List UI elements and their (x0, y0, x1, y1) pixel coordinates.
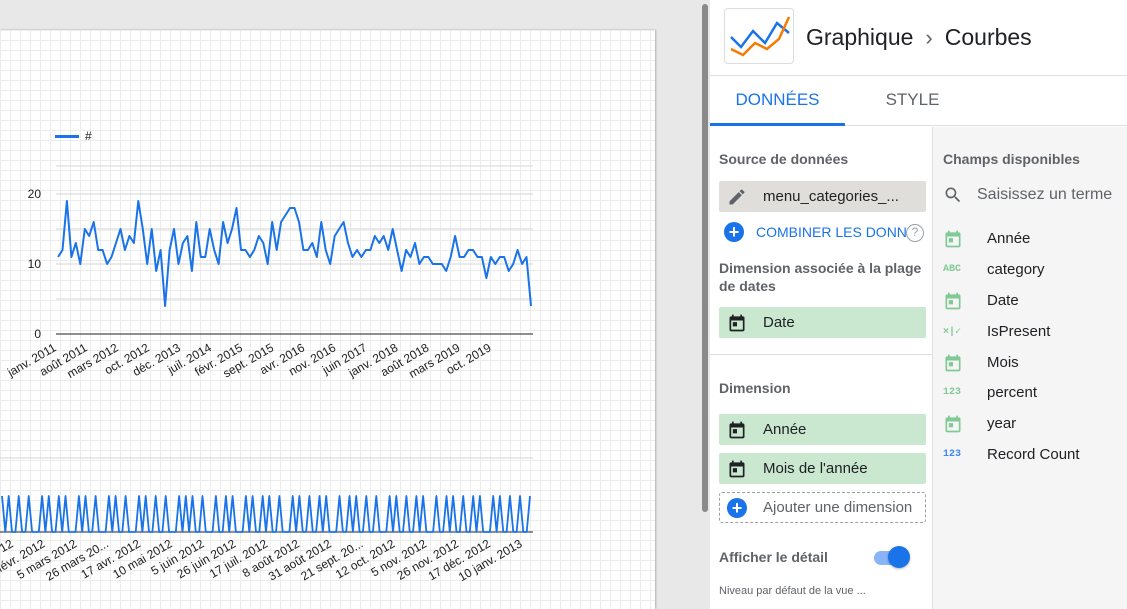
dimension-name: Année (763, 421, 807, 438)
dimension-name: Mois de l'année (763, 460, 868, 477)
field-name: category (987, 261, 1045, 278)
field-name: Date (987, 292, 1019, 309)
date-range-dimension-value: Date (763, 314, 795, 331)
time-series-chart-secondary[interactable]: 12févr. 20125 mars 201226 mars 20...17 a… (0, 30, 655, 609)
section-divider (710, 354, 932, 355)
default-level-note: Niveau par défaut de la vue ... (719, 585, 866, 597)
dimension-chip-mois[interactable]: Mois de l'année (719, 453, 926, 484)
data-source-selector[interactable]: menu_categories_... (719, 181, 926, 212)
calendar-icon (943, 414, 971, 434)
tab-style[interactable]: STYLE (845, 76, 980, 126)
available-fields-heading: Champs disponibles (943, 151, 1080, 167)
data-source-name: menu_categories_... (763, 188, 899, 205)
canvas-scrollbar[interactable] (702, 4, 708, 512)
add-circle-icon: + (727, 497, 747, 518)
field-search[interactable]: Saisissez un terme (943, 179, 1127, 211)
report-canvas[interactable]: 0 10 20 janv. 2011 août 2011 mars 2012 oct. 20… (0, 0, 708, 609)
field-item[interactable]: Mois (943, 347, 1019, 378)
drill-down-toggle[interactable] (872, 546, 910, 568)
drill-down-label: Afficher le détail (719, 549, 828, 565)
field-item[interactable]: 123 Record Count (943, 439, 1080, 470)
calendar-icon (719, 307, 755, 338)
field-name: Année (987, 230, 1031, 247)
available-fields-column: Champs disponibles Saisissez un terme An… (933, 127, 1127, 609)
tab-data[interactable]: DONNÉES (710, 76, 845, 126)
search-input[interactable]: Saisissez un terme (977, 186, 1112, 204)
calendar-icon (943, 353, 971, 373)
line-chart-icon (730, 16, 791, 57)
calendar-icon (943, 229, 971, 249)
chart-subtype-label[interactable]: Courbes (945, 24, 1032, 51)
chart-type-label[interactable]: Graphique (806, 24, 913, 51)
number-type-icon: 123 (943, 387, 962, 398)
calendar-icon (719, 453, 755, 484)
text-type-icon: ABC (943, 264, 962, 275)
date-range-dimension-heading-1: Dimension associée à la plage (719, 260, 922, 276)
date-range-dimension-heading-2: de dates (719, 278, 776, 294)
chart-type-thumbnail[interactable] (724, 8, 794, 64)
help-icon[interactable]: ? (906, 224, 924, 242)
field-item[interactable]: Date (943, 285, 1019, 316)
field-name: year (987, 415, 1017, 432)
boolean-type-icon: ×|✓ (943, 326, 962, 338)
report-page[interactable]: 0 10 20 janv. 2011 août 2011 mars 2012 oct. 20… (0, 30, 655, 609)
field-item[interactable]: Année (943, 223, 1030, 254)
panel-header: Graphique › Courbes (710, 0, 1127, 76)
data-config-column: Source de données menu_categories_... + … (710, 127, 933, 609)
data-source-heading: Source de données (719, 151, 849, 167)
field-name: Record Count (987, 446, 1080, 463)
field-item[interactable]: ×|✓ IsPresent (943, 316, 1050, 347)
blend-data-label: COMBINER LES DONN... (756, 224, 919, 240)
add-dimension-label: Ajouter une dimension (763, 499, 913, 516)
blend-data-button[interactable]: + COMBINER LES DONN... (724, 222, 919, 242)
toggle-knob (888, 546, 910, 568)
field-item[interactable]: ABC category (943, 254, 1045, 285)
metric-type-icon: 123 (943, 449, 962, 460)
properties-panel: Graphique › Courbes DONNÉES STYLE Source… (710, 0, 1127, 609)
chart-breadcrumb: Graphique › Courbes (806, 24, 1032, 51)
dimension-chip-annee[interactable]: Année (719, 414, 926, 445)
calendar-icon (719, 414, 755, 445)
pencil-icon[interactable] (719, 181, 755, 212)
panel-tabs: DONNÉES STYLE (710, 76, 1127, 126)
date-range-dimension-chip[interactable]: Date (719, 307, 926, 338)
search-icon (945, 187, 961, 203)
dimension-heading: Dimension (719, 380, 791, 396)
field-item[interactable]: year (943, 408, 1016, 439)
add-dimension-button[interactable]: + Ajouter une dimension (719, 492, 926, 523)
field-name: Mois (987, 354, 1019, 371)
add-circle-icon: + (724, 222, 744, 242)
calendar-icon (943, 291, 971, 311)
field-item[interactable]: 123 percent (943, 377, 1037, 408)
chevron-right-icon: › (925, 24, 933, 50)
field-name: percent (987, 384, 1038, 401)
series-line (1, 495, 531, 533)
field-name: IsPresent (987, 323, 1051, 340)
